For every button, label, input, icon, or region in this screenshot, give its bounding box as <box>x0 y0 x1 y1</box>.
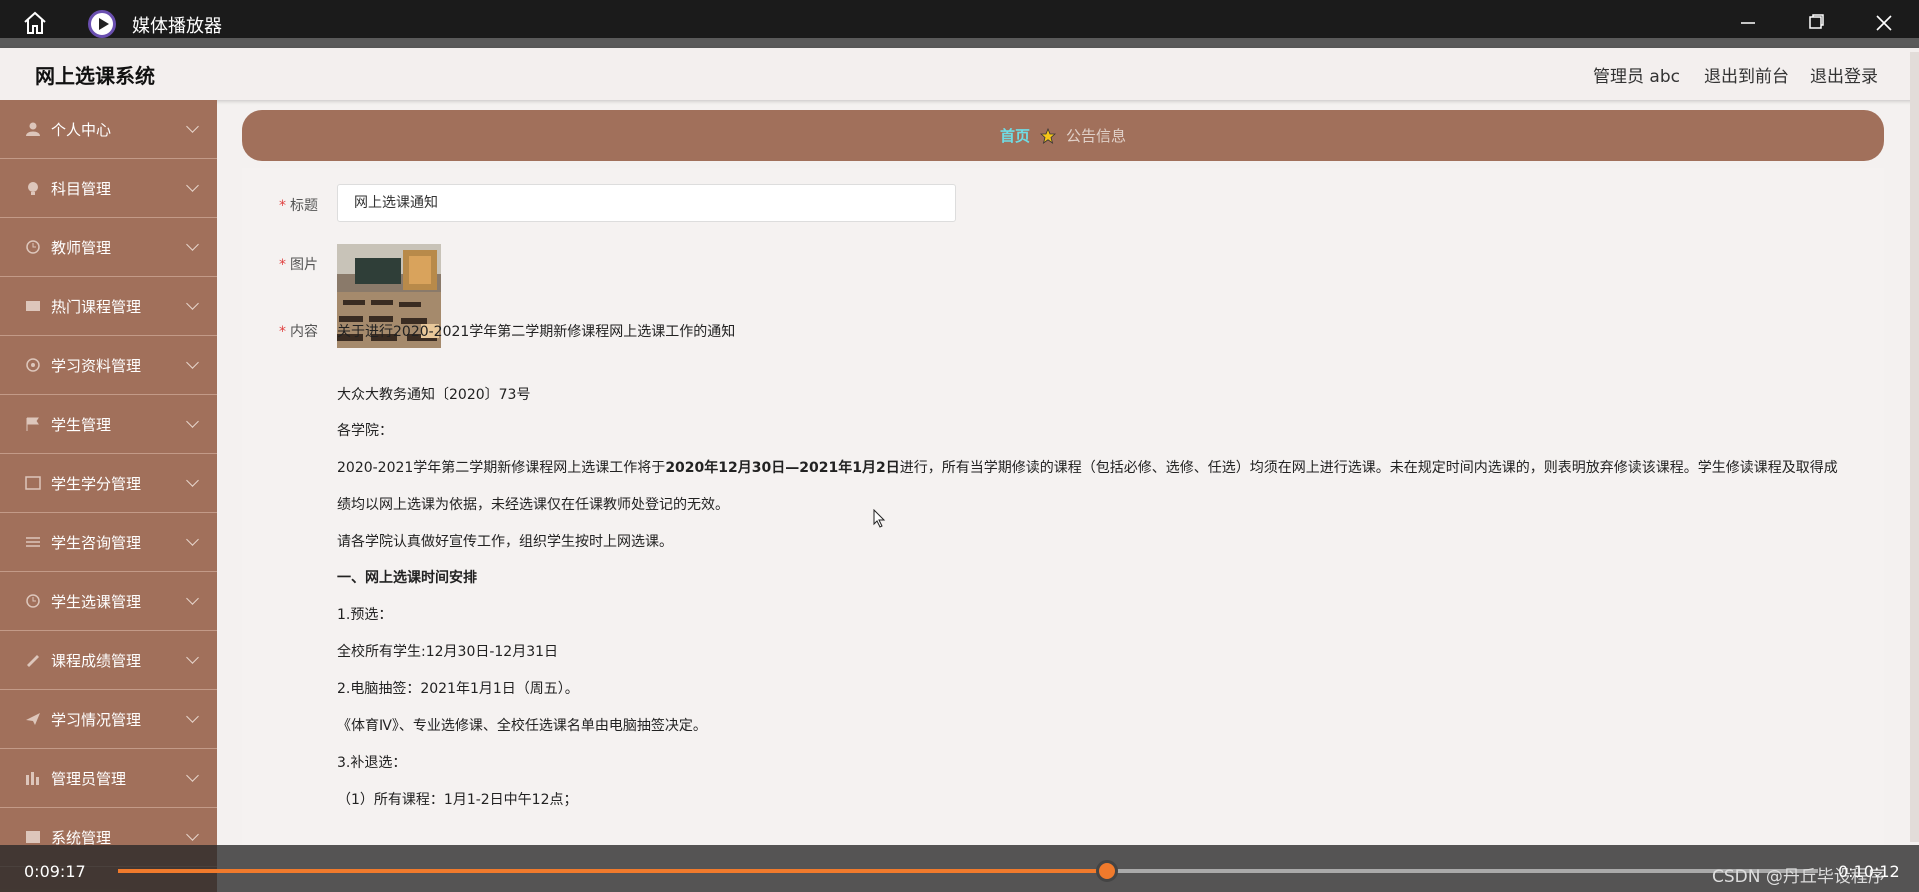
chevron-down-icon <box>186 592 199 605</box>
close-button[interactable] <box>1870 10 1898 36</box>
sidebar: 个人中心 科目管理 教师管理 热门课程管理 学习资料管理 学生管理 学生学分管理… <box>0 100 217 892</box>
material-icon <box>26 358 40 372</box>
title-input[interactable]: 网上选课通知 <box>337 184 956 222</box>
sidebar-item-personal[interactable]: 个人中心 <box>0 100 217 159</box>
sidebar-item-study[interactable]: 学习情况管理 <box>0 690 217 749</box>
credit-icon <box>25 476 41 490</box>
page-scrollbar[interactable] <box>1910 52 1919 842</box>
chevron-down-icon <box>186 120 199 133</box>
sidebar-item-admin[interactable]: 管理员管理 <box>0 749 217 808</box>
system-title: 网上选课系统 <box>35 64 155 88</box>
seek-bar[interactable] <box>118 860 1818 882</box>
sidebar-item-subject[interactable]: 科目管理 <box>0 159 217 218</box>
exit-to-front-link[interactable]: 退出到前台 <box>1704 62 1789 87</box>
seek-bar-progress <box>118 869 1108 873</box>
maximize-button[interactable] <box>1802 10 1830 36</box>
sidebar-item-grade[interactable]: 课程成绩管理 <box>0 631 217 690</box>
notice-doc-no: 大众大教务通知〔2020〕73号 <box>337 387 531 403</box>
notice-item-3: 3.补退选： <box>337 755 407 771</box>
total-time: 0:10:12 <box>1838 862 1900 881</box>
sidebar-item-label: 学习资料管理 <box>51 356 142 375</box>
content-label: * 内容 <box>279 324 318 340</box>
sidebar-item-label: 学生选课管理 <box>51 592 142 611</box>
notice-item-1: 1.预选： <box>337 607 393 623</box>
notice-item-2-text: 《体育Ⅳ》、专业选修课、全校任选课名单由电脑抽签决定。 <box>337 718 707 734</box>
sidebar-item-student[interactable]: 学生管理 <box>0 395 217 454</box>
grade-icon <box>27 655 39 667</box>
sidebar-item-label: 管理员管理 <box>51 769 127 788</box>
chevron-down-icon <box>186 828 199 841</box>
title-label: * 标题 <box>279 198 318 214</box>
chevron-down-icon <box>186 356 199 369</box>
breadcrumb-current: 公告信息 <box>1066 127 1127 145</box>
chevron-down-icon <box>186 179 199 192</box>
admin-icon <box>26 772 39 785</box>
window-divider <box>0 38 1919 48</box>
clock-icon <box>26 594 40 608</box>
sidebar-item-hot-course[interactable]: 热门课程管理 <box>0 277 217 336</box>
chevron-down-icon <box>186 651 199 664</box>
chevron-down-icon <box>186 710 199 723</box>
notice-item-2: 2.电脑抽签：2021年1月1日（周五）。 <box>337 681 579 697</box>
chevron-down-icon <box>186 297 199 310</box>
notice-item-3-text: （1）所有课程：1月1-2日中午12点； <box>337 792 578 808</box>
sidebar-item-material[interactable]: 学习资料管理 <box>0 336 217 395</box>
seek-handle[interactable] <box>1096 860 1119 882</box>
minimize-button[interactable] <box>1734 10 1762 36</box>
sidebar-item-label: 学习情况管理 <box>51 710 142 729</box>
notice-detail-form: * 标题 网上选课通知 * 图片 * 内容 关于进行2020-2021学年第二学期新修… <box>242 168 1884 892</box>
logout-link[interactable]: 退出登录 <box>1810 62 1878 87</box>
plane-icon <box>26 713 40 725</box>
sidebar-item-label: 热门课程管理 <box>51 297 142 316</box>
chevron-down-icon <box>186 238 199 251</box>
notice-paragraph-1: 2020-2021学年第二学期新修课程网上选课工作将于2020年12月30日—2… <box>337 460 1838 476</box>
flag-icon <box>26 417 39 431</box>
sidebar-item-teacher[interactable]: 教师管理 <box>0 218 217 277</box>
breadcrumb-home[interactable]: 首页 <box>1000 125 1030 146</box>
star-icon <box>1040 127 1056 144</box>
sidebar-item-credit[interactable]: 学生学分管理 <box>0 454 217 513</box>
sidebar-item-selection[interactable]: 学生选课管理 <box>0 572 217 631</box>
sidebar-item-label: 科目管理 <box>51 179 112 198</box>
current-time: 0:09:17 <box>24 862 86 881</box>
mouse-cursor-icon <box>873 509 886 528</box>
player-controls: 0:09:17 CSDN @丹丘毕设程序 0:10:12 <box>0 845 1919 892</box>
teacher-icon <box>26 240 40 254</box>
course-icon <box>26 301 40 311</box>
window-title: 媒体播放器 <box>132 16 222 37</box>
sidebar-item-consult[interactable]: 学生咨询管理 <box>0 513 217 572</box>
chevron-down-icon <box>186 533 199 546</box>
system-icon <box>26 831 40 843</box>
image-label: * 图片 <box>279 257 318 273</box>
user-icon <box>26 122 40 136</box>
media-player-icon <box>88 10 116 38</box>
notice-paragraph-3: 请各学院认真做好宣传工作，组织学生按时上网选课。 <box>337 534 673 550</box>
admin-user-link[interactable]: 管理员 abc <box>1593 62 1680 87</box>
app-header: 网上选课系统 管理员 abc 退出到前台 退出登录 <box>0 48 1919 100</box>
list-icon <box>26 537 40 547</box>
sidebar-item-label: 教师管理 <box>51 238 112 257</box>
notice-heading: 关于进行2020-2021学年第二学期新修课程网上选课工作的通知 <box>337 324 736 340</box>
breadcrumb-bar: 首页 公告信息 <box>242 110 1884 161</box>
sidebar-item-label: 学生管理 <box>51 415 112 434</box>
sidebar-item-label: 学生咨询管理 <box>51 533 142 552</box>
sidebar-item-label: 课程成绩管理 <box>51 651 142 670</box>
sidebar-item-label: 个人中心 <box>51 120 112 139</box>
notice-paragraph-2: 绩均以网上选课为依据，未经选课仅在任课教师处登记的无效。 <box>337 497 729 513</box>
notice-section-1: 一、网上选课时间安排 <box>337 570 477 586</box>
chevron-down-icon <box>186 474 199 487</box>
chevron-down-icon <box>186 769 199 782</box>
chevron-down-icon <box>186 415 199 428</box>
home-icon[interactable] <box>22 11 48 35</box>
sidebar-item-label: 学生学分管理 <box>51 474 142 493</box>
notice-item-1-text: 全校所有学生:12月30日-12月31日 <box>337 644 559 660</box>
notice-greeting: 各学院： <box>337 423 393 439</box>
bulb-icon <box>28 182 38 195</box>
breadcrumb: 首页 公告信息 <box>1000 125 1126 146</box>
